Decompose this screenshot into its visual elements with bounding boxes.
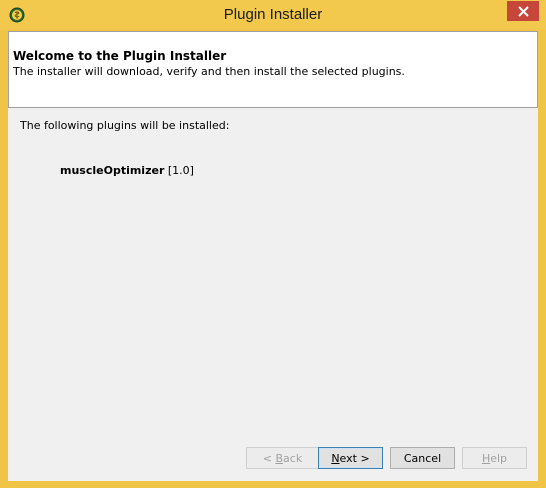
- header-title: Welcome to the Plugin Installer: [13, 49, 227, 63]
- title-bar[interactable]: Plugin Installer: [0, 0, 546, 30]
- help-button-label: elp: [490, 451, 508, 465]
- help-button-access-key: H: [481, 451, 491, 465]
- next-button[interactable]: Next >: [318, 447, 383, 469]
- next-button-label: ext >: [339, 451, 370, 465]
- installer-content: Welcome to the Plugin Installer The inst…: [8, 31, 538, 481]
- back-button-arrow: <: [262, 451, 272, 465]
- window-title: Plugin Installer: [223, 6, 323, 23]
- back-button-label: ack: [283, 451, 303, 465]
- cancel-button[interactable]: Cancel: [390, 447, 455, 469]
- close-button[interactable]: [507, 1, 539, 21]
- cancel-button-label: Cancel: [403, 451, 442, 465]
- plugin-installer-window: Plugin Installer Welcome to the Plugin I…: [0, 0, 546, 488]
- plugin-list-item: muscleOptimizer [1.0]: [60, 164, 194, 177]
- next-button-access-key: N: [331, 451, 340, 465]
- help-button[interactable]: Help: [462, 447, 527, 469]
- back-button[interactable]: < Back: [246, 447, 319, 469]
- header-description: The installer will download, verify and …: [13, 65, 405, 78]
- plugin-name: muscleOptimizer: [60, 164, 165, 177]
- close-icon: [517, 5, 529, 17]
- back-button-access-key: B: [275, 451, 284, 465]
- header-panel: Welcome to the Plugin Installer The inst…: [8, 31, 538, 108]
- plugin-version: [1.0]: [167, 164, 194, 177]
- plugins-intro-label: The following plugins will be installed:: [20, 119, 230, 132]
